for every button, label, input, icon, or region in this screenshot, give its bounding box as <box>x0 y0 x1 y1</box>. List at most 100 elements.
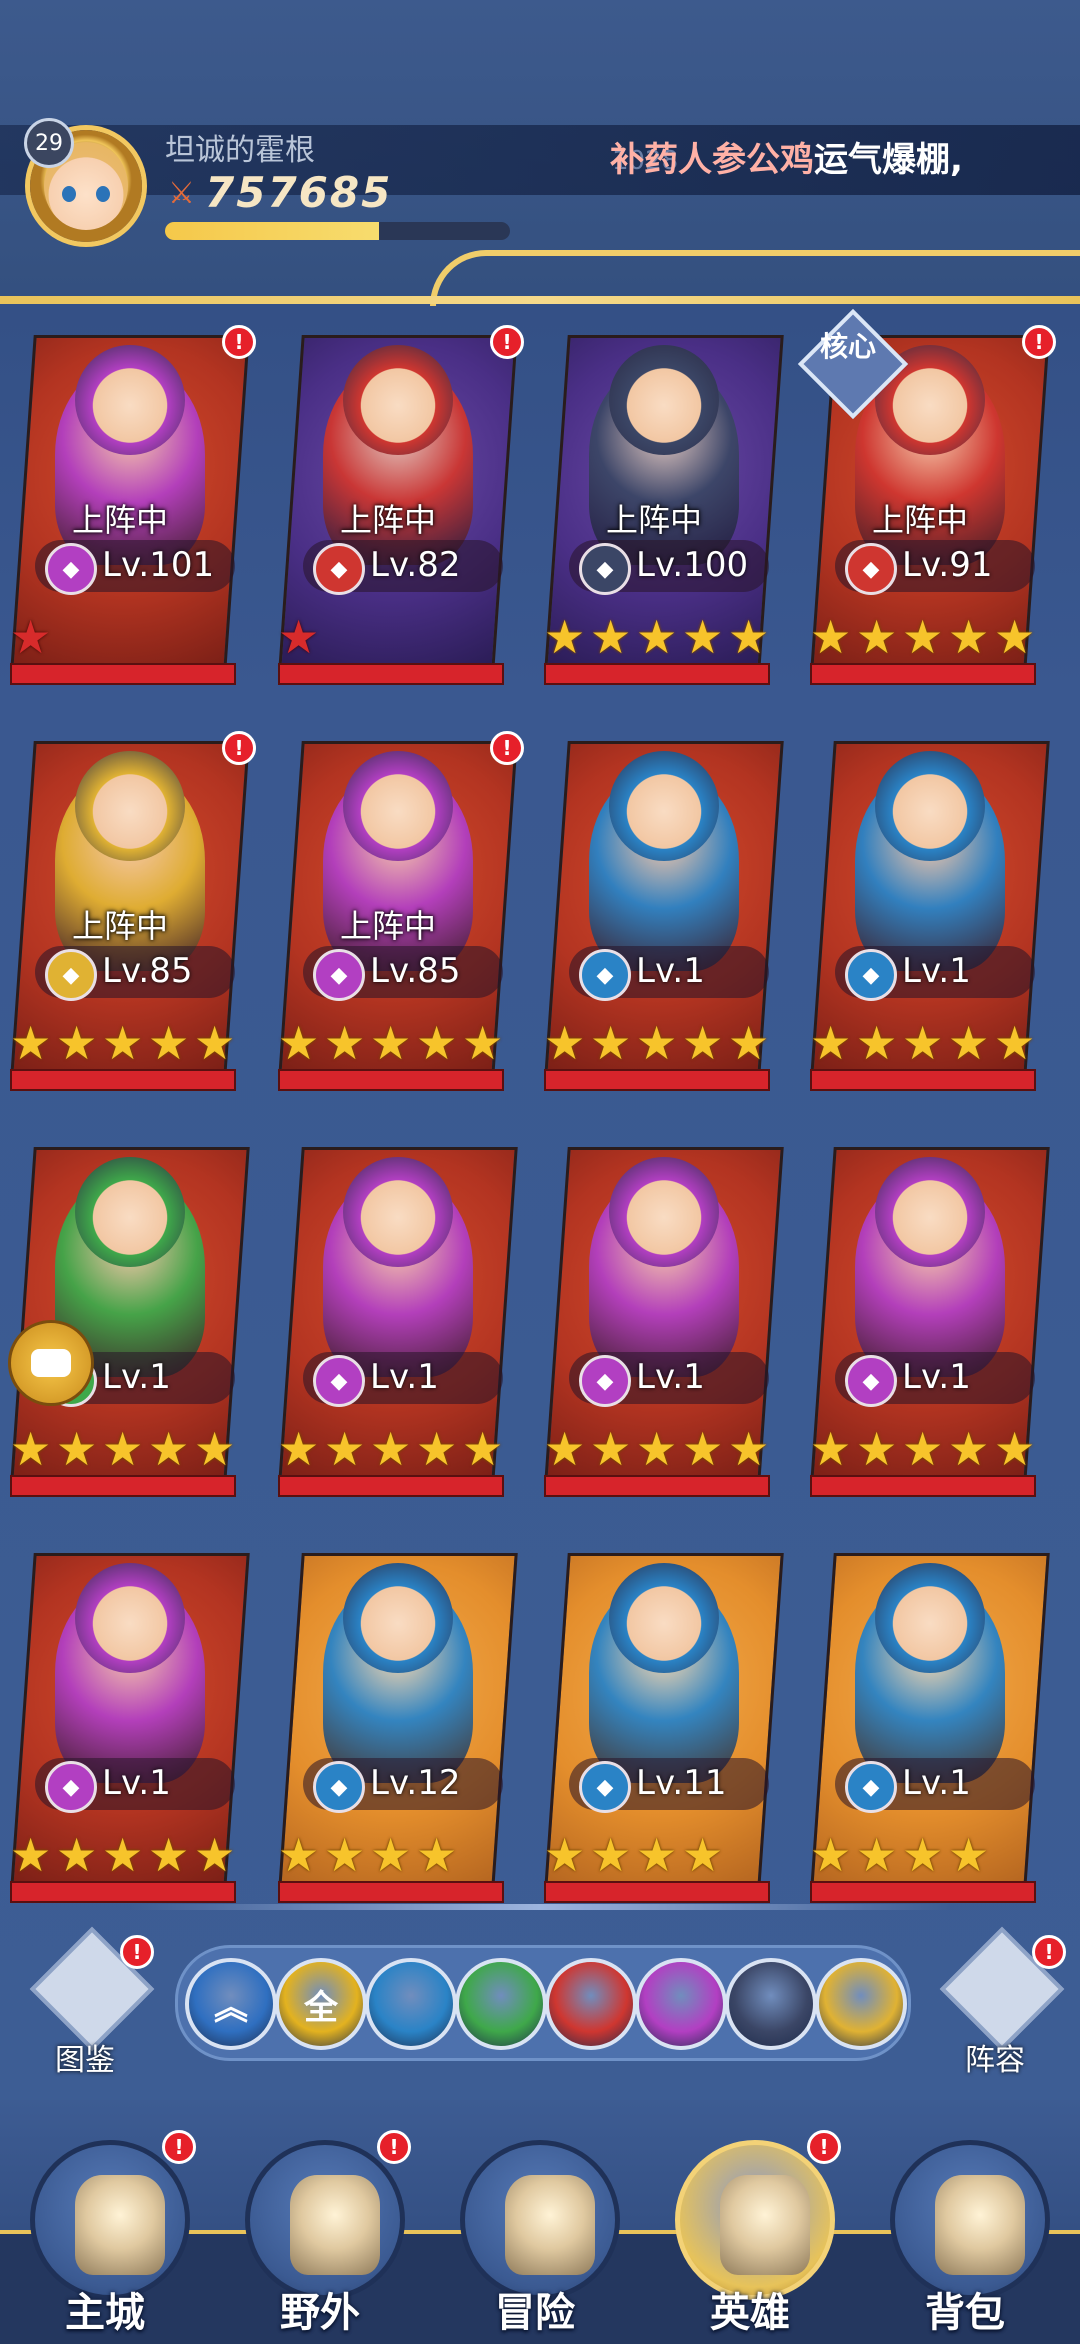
hero-level: Lv.1 <box>902 1763 971 1803</box>
hero-card[interactable]: ◆ Lv.12 ★ ★ ★ ★ <box>268 1543 518 1903</box>
star-icon: ★ <box>370 1422 412 1476</box>
hero-card-base <box>278 1069 504 1091</box>
faction-red-icon: ◆ <box>313 543 365 595</box>
hero-card[interactable]: ◆Lv.1★★★★★ <box>534 1137 784 1497</box>
alert-badge: ! <box>377 2130 411 2164</box>
star-icon: ★ <box>278 1016 320 1070</box>
hero-card-base <box>10 1881 236 1903</box>
star-icon: ★ <box>102 1016 144 1070</box>
castle-icon <box>75 2175 165 2275</box>
hero-card[interactable]: ◆Lv.1★★★★★ <box>800 1137 1050 1497</box>
star-icon: ★ <box>856 610 898 664</box>
star-icon: ★ <box>278 610 320 664</box>
hero-card[interactable]: ◆Lv.1★★★★★ <box>534 731 784 1091</box>
hero-card[interactable]: ◆Lv.1★★★★★ <box>0 1543 250 1903</box>
filter-green-faction-button[interactable] <box>455 1958 547 2050</box>
exp-bar <box>165 222 510 240</box>
on-team-label: 上阵中 <box>71 907 168 945</box>
hero-level: Lv.85 <box>370 951 461 991</box>
faction-purple-icon: ◆ <box>45 1761 97 1813</box>
avatar-eye <box>62 186 76 202</box>
hero-head <box>609 1157 719 1267</box>
faction-purple-icon: ◆ <box>313 1355 365 1407</box>
nav-backpack-button[interactable]: 背包 <box>880 2130 1050 2340</box>
star-rating: ★ ★ ★ ★ ★ <box>544 610 774 664</box>
faction-purple-icon: ◆ <box>313 949 365 1001</box>
hero-card[interactable]: 上阵中 ◆ Lv.85 ★ ★ ★ ★ ★! <box>0 731 256 1091</box>
faction-purple-icon: ◆ <box>45 543 97 595</box>
hero-card[interactable]: 上阵中 ◆ Lv.82 ★! <box>268 325 524 685</box>
star-icon: ★ <box>948 610 990 664</box>
hero-head <box>343 751 453 861</box>
star-icon: ★ <box>462 1016 504 1070</box>
hero-head <box>75 751 185 861</box>
star-icon: ★ <box>856 1828 898 1882</box>
star-icon: ★ <box>728 1422 770 1476</box>
hero-head <box>609 751 719 861</box>
star-icon: ★ <box>544 610 586 664</box>
hero-level: Lv.101 <box>102 545 215 585</box>
hero-card[interactable]: ◆ Lv.11 ★ ★ ★ ★ <box>534 1543 784 1903</box>
faction-blue-icon: ◆ <box>845 1761 897 1813</box>
nav-castle-button[interactable]: 主城! <box>20 2130 196 2340</box>
chat-bubble-button[interactable] <box>8 1320 94 1406</box>
filter-purple-faction-button[interactable] <box>635 1958 727 2050</box>
hero-card[interactable]: 上阵中 ◆ Lv.101 ★! <box>0 325 256 685</box>
filter-gold-faction-button[interactable] <box>815 1958 907 2050</box>
hero-card-base <box>810 1475 1036 1497</box>
filter-all-button[interactable]: 全 <box>275 1958 367 2050</box>
star-icon: ★ <box>416 1828 458 1882</box>
star-icon: ★ <box>856 1016 898 1070</box>
alert-badge: ! <box>490 731 524 765</box>
filter-blue-faction-button[interactable] <box>365 1958 457 2050</box>
filter-label: ︽ <box>214 1987 248 2028</box>
alert-badge: ! <box>490 325 524 359</box>
hero-card-base <box>810 663 1036 685</box>
nav-circle <box>460 2140 620 2300</box>
star-icon: ★ <box>902 1828 944 1882</box>
star-icon: ★ <box>590 1422 632 1476</box>
broadcast-ticker: 补药人参公鸡运气爆棚, <box>610 132 1080 188</box>
hero-card[interactable]: 上阵中 ◆ Lv.85 ★ ★ ★ ★ ★! <box>268 731 524 1091</box>
star-icon: ★ <box>102 1422 144 1476</box>
star-icon: ★ <box>590 610 632 664</box>
hero-level: Lv.1 <box>102 1357 171 1397</box>
star-icon: ★ <box>810 1422 852 1476</box>
filter-collapse-button[interactable]: ︽ <box>185 1958 277 2050</box>
star-icon: ★ <box>728 610 770 664</box>
filter-dark-faction-button[interactable] <box>725 1958 817 2050</box>
hero-level: Lv.1 <box>102 1763 171 1803</box>
hero-card[interactable]: 上阵中 ◆ Lv.100 ★ ★ ★ ★ ★ <box>534 325 784 685</box>
faction-red-icon: ◆ <box>845 543 897 595</box>
star-icon: ★ <box>148 1016 190 1070</box>
hero-head <box>343 1157 453 1267</box>
nav-label: 野外 <box>280 2290 360 2336</box>
hero-card[interactable]: ◆Lv.1★★★★★ <box>268 1137 518 1497</box>
hero-card[interactable]: ◆Lv.1★★★★★ <box>800 731 1050 1091</box>
hero-card-base <box>10 663 236 685</box>
hero-head <box>875 1563 985 1673</box>
star-icon: ★ <box>544 1422 586 1476</box>
nav-knight-helmet-button[interactable]: 英雄! <box>665 2130 841 2340</box>
faction-blue-icon: ◆ <box>579 949 631 1001</box>
star-rating: ★ ★ ★ ★ <box>278 1828 508 1882</box>
hero-head <box>75 345 185 455</box>
star-icon: ★ <box>544 1828 586 1882</box>
nav-map-scroll-button[interactable]: 野外! <box>235 2130 411 2340</box>
player-level-badge: 29 <box>24 118 74 168</box>
hero-level: Lv.1 <box>902 951 971 991</box>
backpack-icon <box>935 2175 1025 2275</box>
hero-card[interactable]: ◆Lv.1★★★★★ <box>0 1137 250 1497</box>
hero-card-base <box>278 663 504 685</box>
star-icon: ★ <box>370 1016 412 1070</box>
star-icon: ★ <box>324 1016 366 1070</box>
star-icon: ★ <box>148 1828 190 1882</box>
nav-shield-button[interactable]: 冒险 <box>450 2130 620 2340</box>
star-icon: ★ <box>682 1016 724 1070</box>
star-icon: ★ <box>682 1828 724 1882</box>
filter-red-faction-button[interactable] <box>545 1958 637 2050</box>
hero-card[interactable]: ◆ Lv.1 ★ ★ ★ ★ <box>800 1543 1050 1903</box>
lineup-button[interactable]: ! 阵容 <box>939 1926 1066 2078</box>
hero-card[interactable]: 上阵中 ◆ Lv.91 ★ ★ ★ ★ ★! 核心 <box>797 308 1056 685</box>
codex-button[interactable]: ! 图鉴 <box>29 1926 155 2078</box>
